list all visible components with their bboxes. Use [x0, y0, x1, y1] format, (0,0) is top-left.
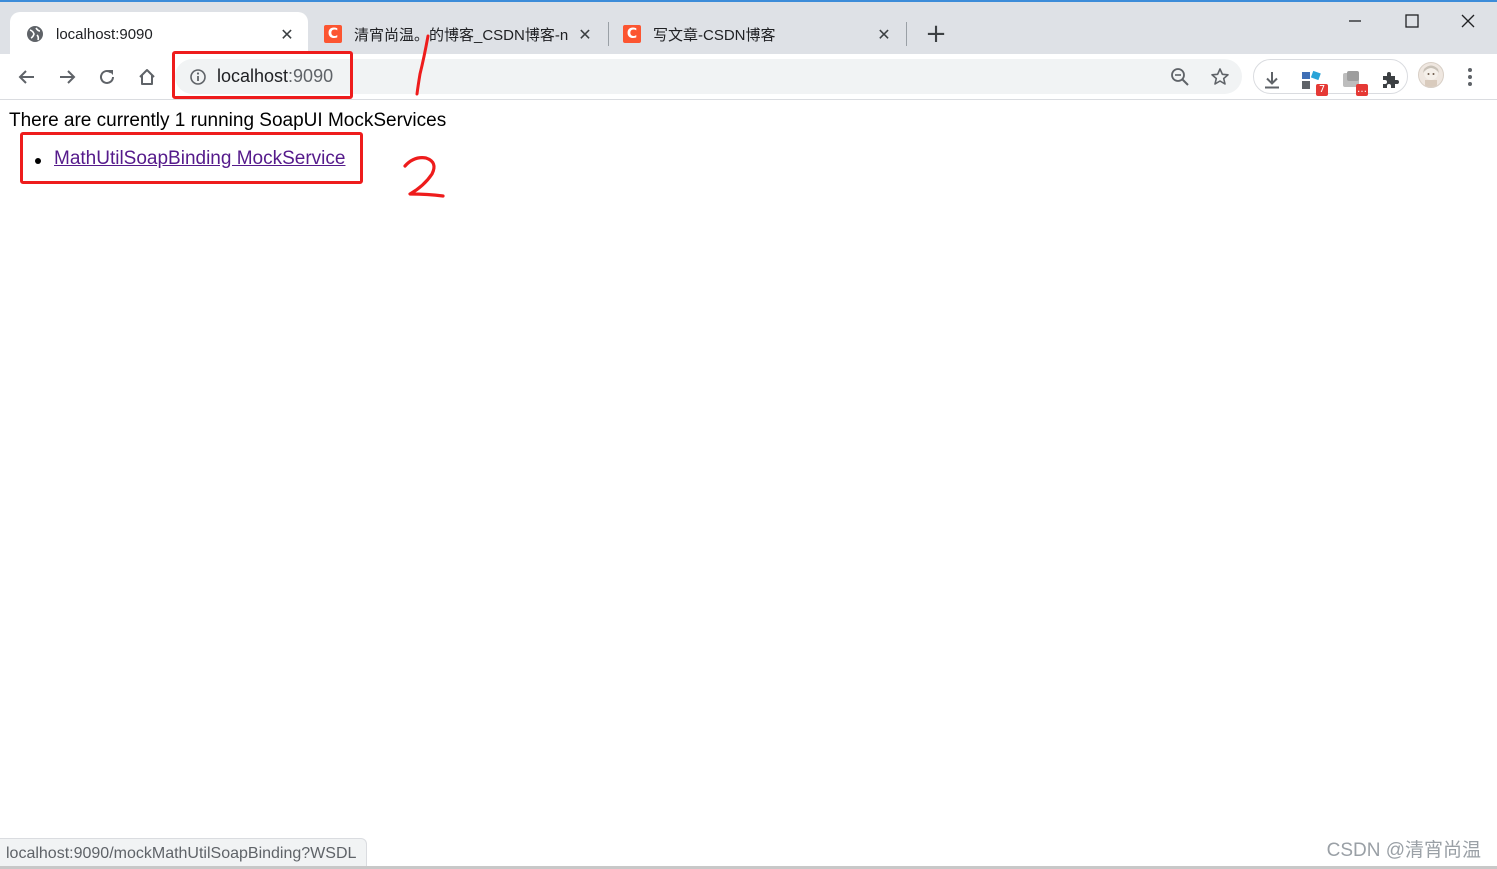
tab-title: localhost:9090	[56, 25, 153, 43]
maximize-button[interactable]	[1388, 6, 1436, 36]
globe-icon	[26, 25, 44, 43]
annotation-box-service-link	[20, 132, 363, 184]
tab-close-icon[interactable]: ✕	[574, 23, 596, 45]
extension-badge-dots: …	[1356, 84, 1368, 96]
extension-gray-icon[interactable]: …	[1340, 68, 1368, 96]
extensions-puzzle-icon[interactable]	[1378, 68, 1402, 92]
page-content: There are currently 1 running SoapUI Moc…	[0, 100, 1497, 869]
zoom-icon[interactable]	[1169, 66, 1191, 88]
tab-close-icon[interactable]: ✕	[276, 23, 298, 45]
extension-badge-count: 7	[1316, 84, 1328, 96]
close-icon	[1461, 14, 1475, 28]
tab-strip: localhost:9090 ✕ C 清宵尚温。的博客_CSDN博客-n ✕ C…	[0, 0, 1497, 56]
tab-csdn-blog[interactable]: C 清宵尚温。的博客_CSDN博客-n ✕	[308, 12, 606, 56]
browser-menu-button[interactable]	[1458, 62, 1482, 92]
running-services-text: There are currently 1 running SoapUI Moc…	[9, 110, 447, 131]
tab-title: 清宵尚温。的博客_CSDN博客-n	[354, 26, 569, 44]
window-close-button[interactable]	[1444, 6, 1492, 36]
csdn-watermark: CSDN @清宵尚温	[1326, 840, 1481, 861]
csdn-c-icon: C	[324, 25, 342, 43]
download-icon[interactable]	[1260, 68, 1284, 92]
extensions-group: 7 …	[1253, 59, 1408, 96]
status-bar-url: localhost:9090/mockMathUtilSoapBinding?W…	[0, 838, 368, 868]
home-icon	[139, 69, 155, 85]
maximize-icon	[1405, 14, 1419, 28]
minimize-button[interactable]	[1331, 6, 1379, 36]
tab-csdn-write[interactable]: C 写文章-CSDN博客 ✕	[607, 12, 905, 56]
bookmark-star-icon[interactable]	[1209, 66, 1231, 88]
profile-avatar[interactable]	[1418, 62, 1444, 88]
tab-title: 写文章-CSDN博客	[653, 26, 776, 44]
avatar-icon	[1423, 65, 1439, 87]
home-button[interactable]	[132, 62, 162, 92]
kebab-menu-icon	[1468, 68, 1472, 86]
annotation-box-address	[172, 51, 353, 99]
new-tab-button[interactable]: +	[922, 19, 950, 49]
forward-button[interactable]	[52, 62, 82, 92]
tab-localhost[interactable]: localhost:9090 ✕	[10, 12, 308, 56]
arrow-right-icon	[60, 70, 76, 84]
csdn-c-icon: C	[623, 25, 641, 43]
reload-icon	[100, 69, 114, 84]
tab-separator	[906, 22, 907, 46]
extension-tiles-icon[interactable]: 7	[1300, 68, 1328, 96]
tab-close-icon[interactable]: ✕	[873, 23, 895, 45]
minimize-icon	[1349, 20, 1361, 22]
back-button[interactable]	[12, 62, 42, 92]
reload-button[interactable]	[92, 62, 122, 92]
arrow-left-icon	[18, 70, 34, 84]
